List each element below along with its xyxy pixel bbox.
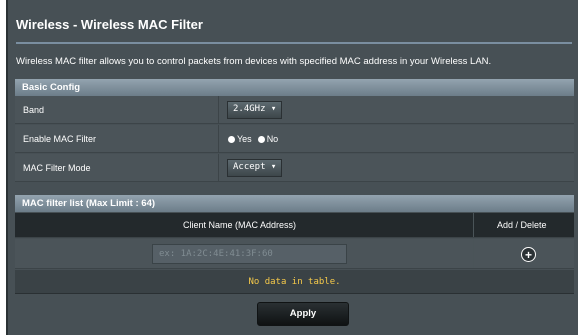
add-icon[interactable]: + bbox=[521, 247, 536, 262]
mac-input-row: ex: 1A:2C:4E:41:3F:60 + bbox=[15, 239, 574, 269]
band-select[interactable]: 2.4GHz ▾ bbox=[227, 101, 283, 119]
plus-glyph: + bbox=[524, 247, 532, 262]
band-row: Band 2.4GHz ▾ bbox=[15, 96, 574, 124]
main-panel: Wireless - Wireless MAC Filter Wireless … bbox=[6, 0, 578, 335]
empty-table-row: No data in table. bbox=[15, 270, 574, 294]
mac-list-header: MAC filter list (Max Limit : 64) bbox=[15, 195, 574, 212]
radio-yes-label: Yes bbox=[237, 134, 252, 144]
row-divider bbox=[218, 154, 219, 181]
title-divider bbox=[16, 42, 572, 44]
enable-mac-filter-radios: Yes No bbox=[228, 134, 278, 144]
radio-yes[interactable] bbox=[228, 135, 235, 143]
enable-mac-filter-row: Enable MAC Filter Yes No bbox=[15, 125, 574, 153]
column-divider bbox=[473, 239, 474, 268]
mac-table-header: Client Name (MAC Address) Add / Delete bbox=[15, 213, 574, 238]
column-divider bbox=[473, 213, 474, 237]
page-title: Wireless - Wireless MAC Filter bbox=[16, 17, 203, 32]
basic-config-header: Basic Config bbox=[15, 79, 574, 96]
mac-filter-mode-select[interactable]: Accept ▾ bbox=[227, 159, 283, 177]
col-client-name: Client Name (MAC Address) bbox=[183, 220, 297, 230]
radio-no[interactable] bbox=[257, 135, 265, 143]
empty-table-message: No data in table. bbox=[248, 277, 341, 287]
mac-address-input[interactable]: ex: 1A:2C:4E:41:3F:60 bbox=[152, 244, 347, 264]
row-divider bbox=[218, 96, 219, 123]
apply-button[interactable]: Apply bbox=[257, 302, 349, 326]
mac-filter-mode-row: MAC Filter Mode Accept ▾ bbox=[15, 154, 574, 182]
page-description: Wireless MAC filter allows you to contro… bbox=[16, 56, 492, 67]
band-label: Band bbox=[23, 105, 45, 115]
enable-mac-filter-label: Enable MAC Filter bbox=[23, 134, 97, 144]
radio-no-label: No bbox=[266, 134, 279, 144]
row-divider bbox=[218, 125, 219, 152]
col-add-delete: Add / Delete bbox=[497, 220, 547, 230]
mac-filter-mode-label: MAC Filter Mode bbox=[23, 163, 91, 173]
